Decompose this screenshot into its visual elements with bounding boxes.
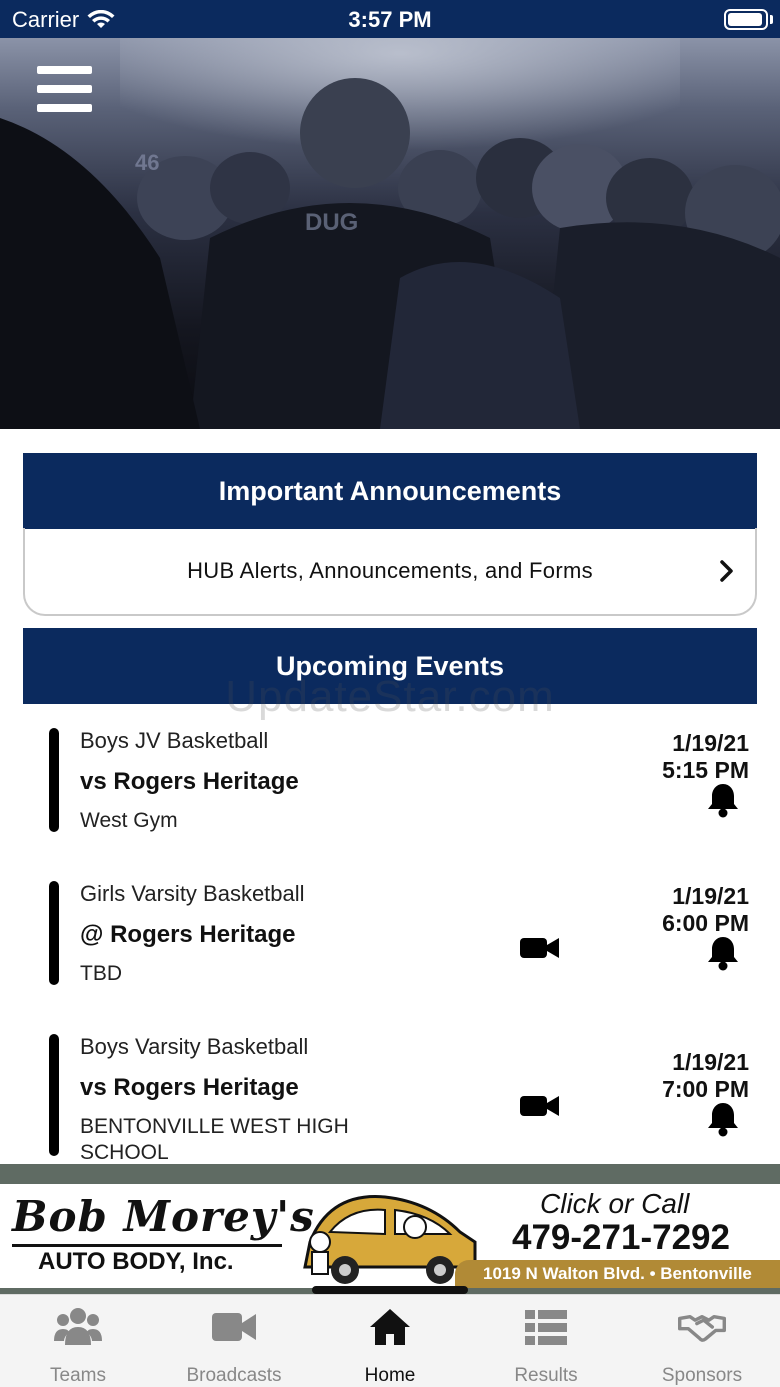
ad-brand: Bob Morey's <box>12 1192 315 1241</box>
hub-alerts-row[interactable]: HUB Alerts, Announcements, and Forms <box>23 528 757 616</box>
hero-image: DUG 46 <box>0 38 780 429</box>
sponsor-ad-banner[interactable]: Bob Morey's AUTO BODY, Inc. Click or Cal… <box>0 1184 780 1288</box>
battery-tip <box>770 15 773 24</box>
tab-results[interactable]: Results <box>468 1295 624 1387</box>
event-sport: Girls Varsity Basketball <box>80 881 305 906</box>
event-accent-bar <box>49 728 59 832</box>
tab-bar: Teams Broadcasts Home Results Sponsors <box>0 1294 780 1387</box>
tab-label: Results <box>514 1365 578 1386</box>
event-sport: Boys Varsity Basketball <box>80 1034 309 1059</box>
tab-label: Sponsors <box>661 1365 743 1386</box>
event-time: 7:00 PM <box>662 1076 749 1102</box>
list-icon <box>525 1310 567 1345</box>
event-opponent: vs Rogers Heritage <box>80 768 299 795</box>
announcements-header: Important Announcements <box>23 453 757 529</box>
status-bar: Carrier 3:57 PM <box>0 0 780 38</box>
ad-cta: Click or Call <box>540 1188 690 1219</box>
video-camera-icon[interactable] <box>520 1095 560 1117</box>
event-time: 5:15 PM <box>662 757 749 783</box>
event-location: West Gym <box>80 809 178 832</box>
status-time: 3:57 PM <box>348 7 432 32</box>
bell-icon[interactable] <box>706 935 740 971</box>
svg-text:DUG: DUG <box>305 209 358 236</box>
ad-phone: 479-271-7292 <box>512 1218 730 1257</box>
tab-teams[interactable]: Teams <box>0 1295 156 1387</box>
tab-broadcasts[interactable]: Broadcasts <box>156 1295 312 1387</box>
ad-top-border <box>0 1164 780 1184</box>
event-date: 1/19/21 <box>672 730 749 756</box>
event-location: BENTONVILLE WEST HIGH SCHOOL <box>80 1115 349 1164</box>
event-item[interactable]: Boys Varsity Basketball vs Rogers Herita… <box>0 1034 780 1174</box>
tab-label: Broadcasts <box>186 1365 282 1386</box>
event-sport: Boys JV Basketball <box>80 728 269 753</box>
event-date: 1/19/21 <box>672 883 749 909</box>
football-team-photo: DUG 46 <box>0 38 780 429</box>
users-icon <box>54 1308 102 1345</box>
event-time: 6:00 PM <box>662 910 749 936</box>
home-icon <box>370 1309 410 1345</box>
event-date: 1/19/21 <box>672 1049 749 1075</box>
ad-subtitle: AUTO BODY, Inc. <box>38 1248 234 1275</box>
event-opponent: @ Rogers Heritage <box>80 921 296 948</box>
event-accent-bar <box>49 881 59 985</box>
tab-sponsors[interactable]: Sponsors <box>624 1295 780 1387</box>
battery-icon <box>724 9 768 30</box>
chevron-right-icon <box>720 560 733 582</box>
watermark-text: UpdateStar.com <box>225 672 555 721</box>
event-item[interactable]: Girls Varsity Basketball @ Rogers Herita… <box>0 881 780 1021</box>
event-location: TBD <box>80 962 122 985</box>
bell-icon[interactable] <box>706 1101 740 1137</box>
tab-home[interactable]: Home <box>312 1295 468 1387</box>
tab-label: Home <box>364 1365 416 1386</box>
home-indicator <box>312 1286 468 1294</box>
svg-text:46: 46 <box>135 150 159 175</box>
event-accent-bar <box>49 1034 59 1156</box>
bell-icon[interactable] <box>706 782 740 818</box>
event-opponent: vs Rogers Heritage <box>80 1074 299 1101</box>
tab-label: Teams <box>50 1365 106 1386</box>
ad-address: 1019 N Walton Blvd. • Bentonville <box>455 1260 780 1288</box>
video-camera-icon <box>212 1313 256 1341</box>
video-camera-icon[interactable] <box>520 937 560 959</box>
hamburger-menu-icon[interactable] <box>37 66 92 112</box>
ad-divider <box>12 1244 282 1247</box>
announcements-title: Important Announcements <box>218 475 562 506</box>
handshake-icon <box>678 1315 726 1342</box>
hub-alerts-label: HUB Alerts, Announcements, and Forms <box>187 558 593 583</box>
event-item[interactable]: Boys JV Basketball vs Rogers Heritage We… <box>0 728 780 868</box>
